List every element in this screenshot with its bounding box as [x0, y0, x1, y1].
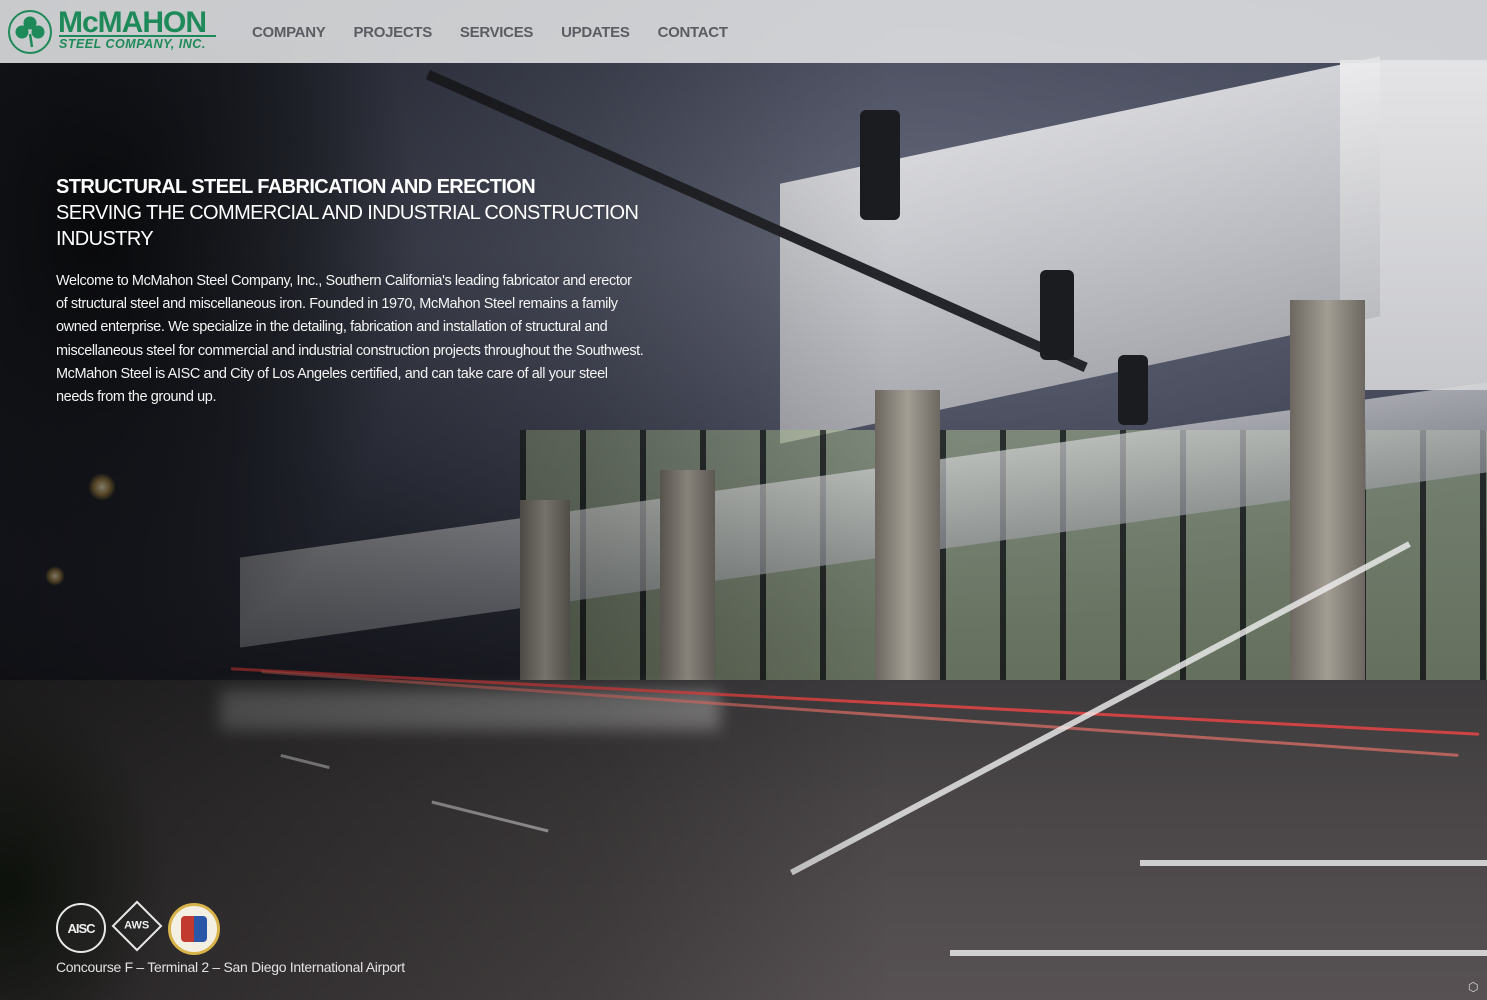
seal-shield-icon — [181, 916, 207, 942]
certification-badges: AISC AWS — [56, 900, 220, 955]
hero-background-image — [0, 0, 1487, 1000]
aws-badge: AWS — [111, 900, 163, 952]
shamrock-icon — [8, 10, 52, 54]
hero-body: Welcome to McMahon Steel Company, Inc., … — [56, 273, 644, 406]
aisc-badge-text: AISC — [67, 920, 95, 936]
main-nav: COMPANY PROJECTS SERVICES UPDATES CONTAC… — [252, 24, 756, 41]
photo-caption: Concourse F – Terminal 2 – San Diego Int… — [56, 959, 405, 975]
nav-updates[interactable]: UPDATES — [561, 24, 630, 41]
company-logo[interactable]: McMAHON STEEL COMPANY, INC. — [8, 6, 223, 56]
hero-title: STRUCTURAL STEEL FABRICATION AND ERECTIO… — [56, 176, 536, 198]
city-of-los-angeles-seal — [168, 903, 220, 955]
nav-company[interactable]: COMPANY — [252, 24, 326, 41]
text-overlay-shade — [0, 0, 1487, 1000]
nav-contact[interactable]: CONTACT — [658, 24, 728, 41]
hero-subtitle: SERVING THE COMMERCIAL AND INDUSTRIAL CO… — [56, 202, 639, 250]
aws-badge-text: AWS — [124, 920, 150, 932]
aws-diamond: AWS — [111, 900, 163, 952]
hero-text: STRUCTURAL STEEL FABRICATION AND ERECTIO… — [56, 174, 656, 409]
aisc-badge: AISC — [56, 903, 106, 953]
nav-services[interactable]: SERVICES — [460, 24, 533, 41]
nav-projects[interactable]: PROJECTS — [353, 24, 432, 41]
logo-subtitle: STEEL COMPANY, INC. — [59, 37, 206, 51]
cube-icon[interactable]: ⬡ — [1468, 980, 1482, 994]
site-header: McMAHON STEEL COMPANY, INC. COMPANY PROJ… — [0, 0, 1487, 63]
